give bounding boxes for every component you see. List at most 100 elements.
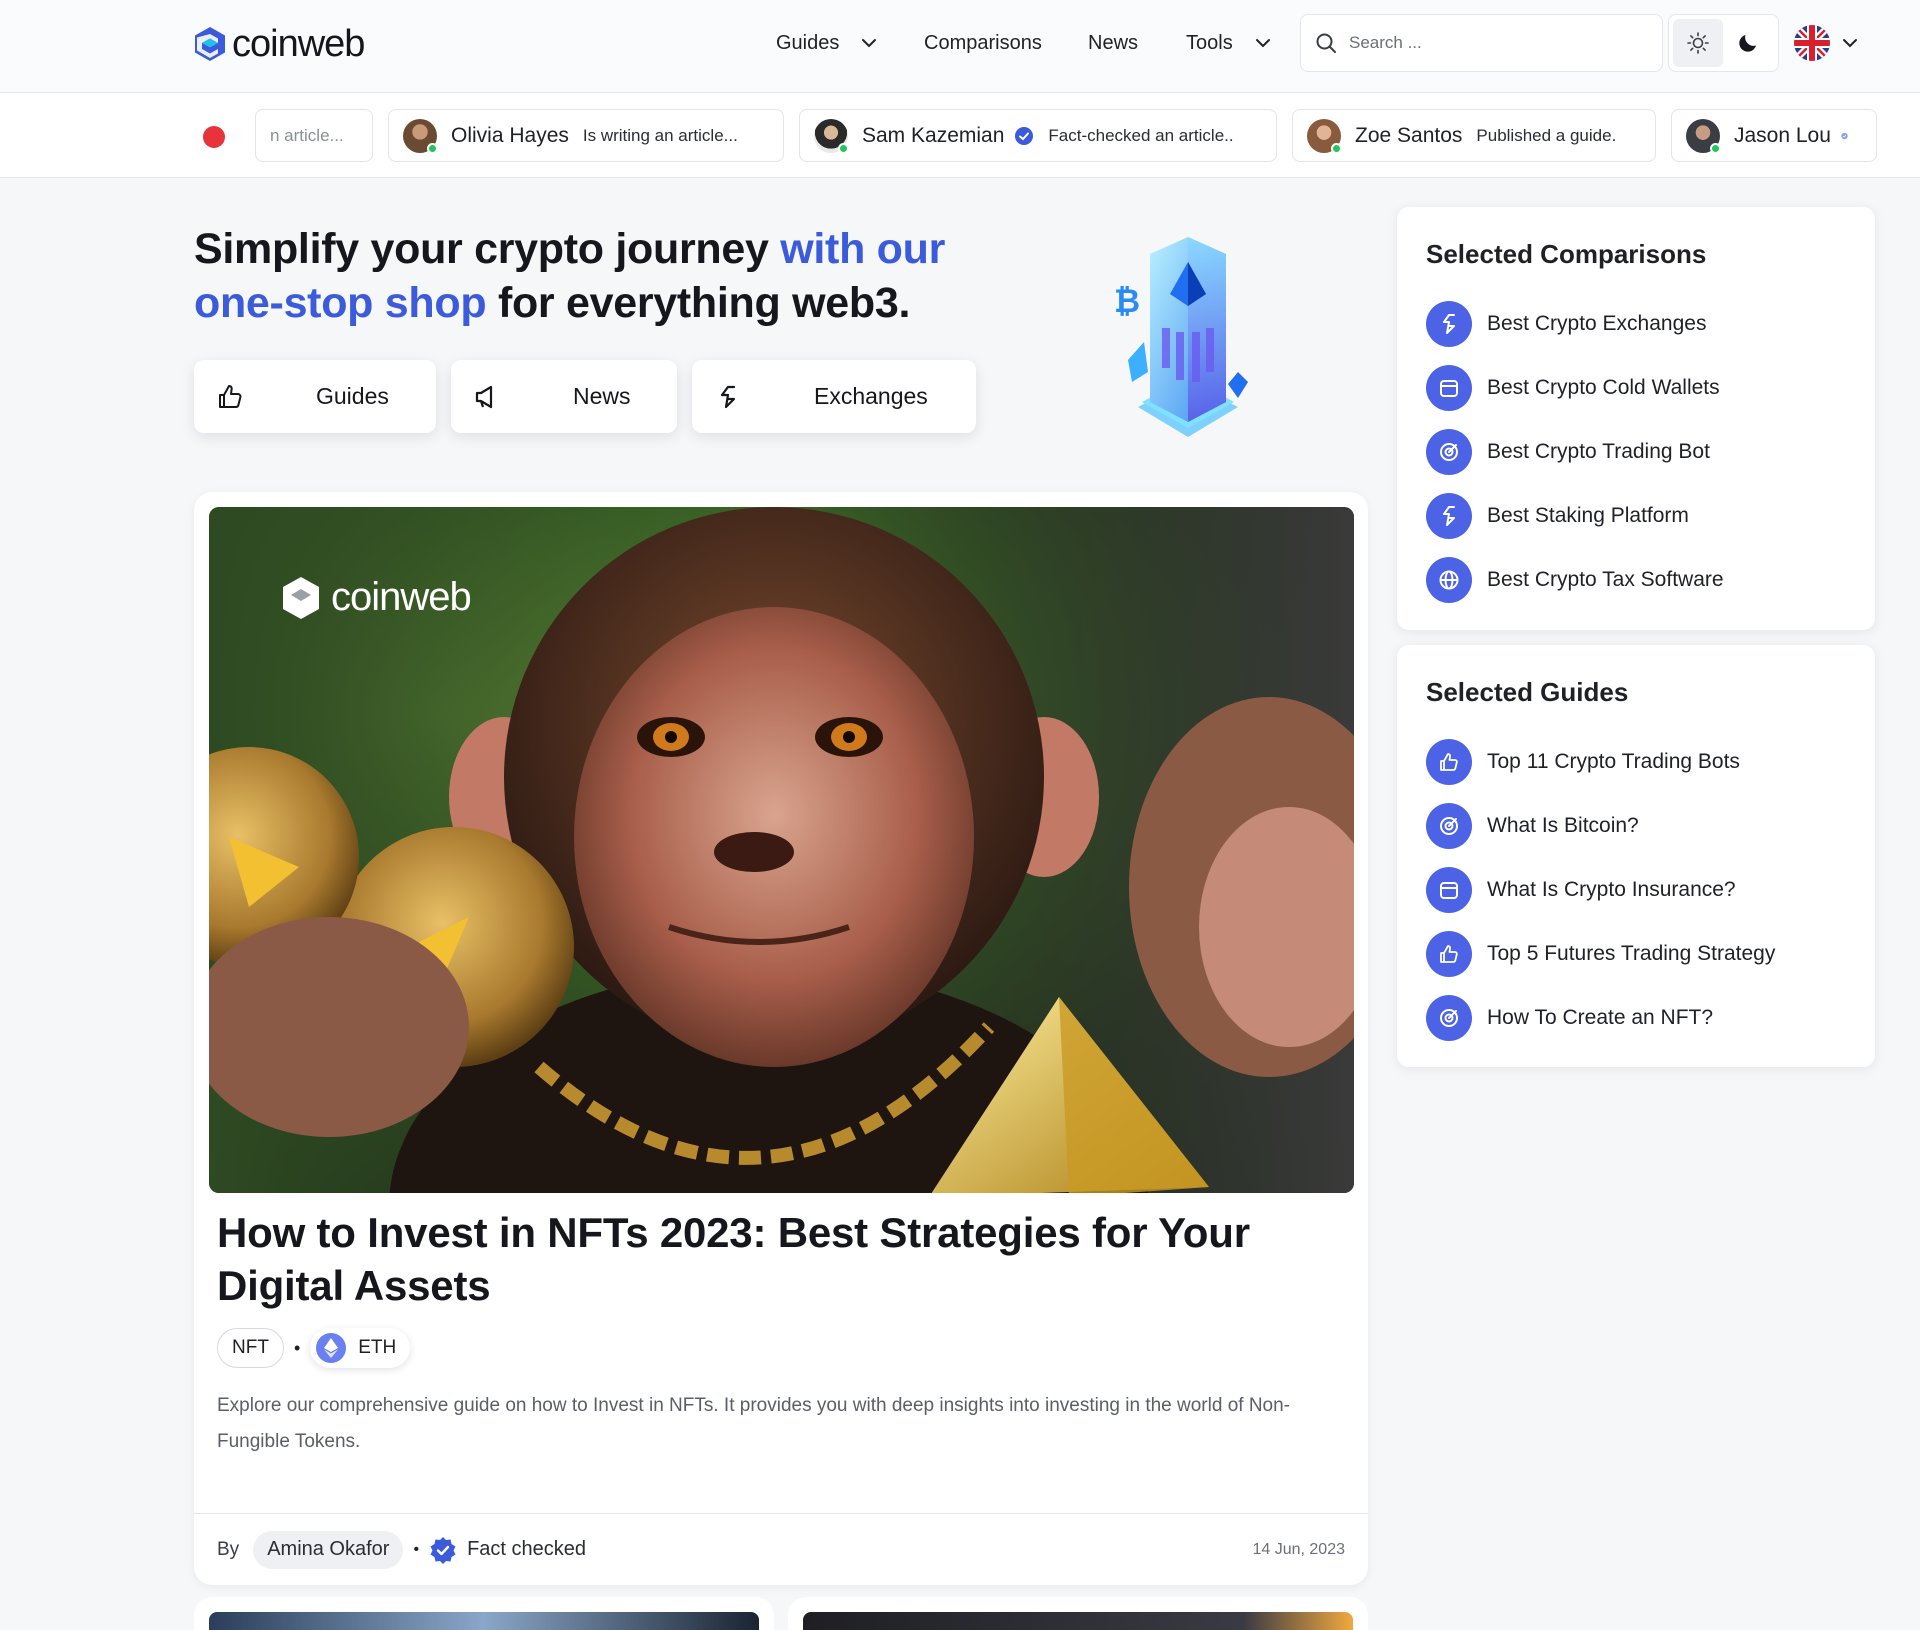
hero-title-part2: for everything web3. (486, 279, 911, 327)
panel-title: Selected Guides (1426, 677, 1629, 707)
nav-guides-label: Guides (776, 31, 840, 54)
svg-text:₿: ₿ (1114, 283, 1140, 319)
author-chip[interactable]: Amina Okafor (253, 1530, 404, 1569)
activity-author: Olivia Hayes (451, 123, 569, 147)
guide-item[interactable]: What Is Crypto Insurance? (1426, 858, 1775, 922)
comparison-item[interactable]: Best Crypto Tax Software (1426, 548, 1724, 612)
site-logo[interactable]: coinweb (194, 23, 365, 65)
exchange-icon (1426, 301, 1472, 347)
tag-eth[interactable]: ETH (310, 1328, 411, 1368)
by-label: By (217, 1538, 240, 1560)
exchanges-button[interactable]: Exchanges (692, 360, 976, 433)
nav-guides[interactable]: Guides (776, 28, 877, 58)
exchanges-button-label: Exchanges (814, 383, 928, 409)
dark-mode-button[interactable] (1723, 19, 1773, 67)
verified-badge-icon (1015, 126, 1034, 145)
nav-tools[interactable]: Tools (1186, 28, 1271, 58)
crypto-building-illustration: ₿ (1114, 237, 1248, 437)
light-mode-button[interactable] (1673, 19, 1723, 67)
megaphone-icon (475, 385, 493, 408)
tag-nft[interactable]: NFT (217, 1328, 284, 1368)
comparison-item-label: Best Staking Platform (1487, 504, 1689, 527)
search-box[interactable] (1300, 14, 1663, 72)
online-indicator (1331, 142, 1342, 154)
selected-guides-panel: Selected Guides Top 11 Crypto Trading Bo… (1397, 645, 1875, 1067)
activity-author: Sam Kazemian (862, 123, 1005, 147)
news-button-label: News (573, 383, 631, 409)
comparison-item-label: Best Crypto Tax Software (1487, 568, 1724, 591)
activity-status: Fact-checked an article.. (1048, 125, 1234, 145)
coinweb-logo-icon (195, 27, 225, 61)
comparison-item[interactable]: Best Crypto Exchanges (1426, 292, 1724, 356)
moon-icon (1739, 35, 1756, 52)
activity-author: Jason Lou (1734, 123, 1831, 147)
avatar (403, 118, 438, 154)
article-card-preview[interactable] (194, 1597, 774, 1630)
fact-checked-label: Fact checked (467, 1538, 587, 1560)
nav-comparisons[interactable]: Comparisons (924, 28, 1042, 58)
target-icon (1426, 803, 1472, 849)
guide-item[interactable]: How To Create an NFT? (1426, 986, 1775, 1050)
comparison-item[interactable]: Best Staking Platform (1426, 484, 1724, 548)
guides-list: Top 11 Crypto Trading Bots What Is Bitco… (1426, 730, 1775, 1050)
news-button[interactable]: News (451, 360, 677, 433)
sun-icon (1687, 32, 1709, 54)
chevron-down-icon (862, 39, 877, 48)
comparison-item[interactable]: Best Crypto Trading Bot (1426, 420, 1724, 484)
article-thumbnail (209, 1612, 759, 1630)
language-selector[interactable] (1794, 24, 1858, 62)
nav-news[interactable]: News (1088, 28, 1138, 58)
avatar (1686, 118, 1721, 154)
comparisons-list: Best Crypto Exchanges Best Crypto Cold W… (1426, 292, 1724, 612)
article-image[interactable]: coinweb (209, 507, 1354, 1193)
online-indicator (1710, 142, 1721, 154)
guide-item-label: What Is Bitcoin? (1487, 814, 1639, 837)
hero-title-part1: Simplify your crypto journey (194, 225, 781, 273)
uk-flag-icon (1794, 25, 1830, 61)
thumbs-up-icon (219, 384, 242, 408)
article-footer: By Amina Okafor • Fact checked 14 Jun, 2… (194, 1513, 1368, 1585)
chevron-down-icon (1843, 39, 1857, 48)
site-header: coinweb Guides Comparisons News Tools (0, 0, 1920, 93)
activity-item[interactable]: Sam Kazemian Fact-checked an article.. (799, 109, 1277, 162)
hero-title: Simplify your crypto journey with our on… (194, 222, 954, 330)
nav-comparisons-label: Comparisons (924, 31, 1042, 54)
comparison-item[interactable]: Best Crypto Cold Wallets (1426, 356, 1724, 420)
activity-item[interactable]: Olivia Hayes Is writing an article... (388, 109, 784, 162)
search-icon (1316, 33, 1336, 53)
selected-comparisons-panel: Selected Comparisons Best Crypto Exchang… (1397, 207, 1875, 630)
logo-text: coinweb (232, 23, 365, 65)
comparison-item-label: Best Crypto Exchanges (1487, 312, 1707, 335)
search-input[interactable] (1349, 33, 1629, 53)
activity-item[interactable]: n article... (255, 109, 373, 162)
guide-item[interactable]: Top 11 Crypto Trading Bots (1426, 730, 1775, 794)
thumbs-up-icon (1426, 931, 1472, 977)
avatar (814, 118, 849, 154)
article-tags: NFT • ETH (217, 1328, 411, 1368)
article-description: Explore our comprehensive guide on how t… (217, 1395, 1291, 1452)
verified-badge-icon (1841, 132, 1848, 139)
activity-ticker: n article... Olivia Hayes Is writing an … (0, 93, 1920, 178)
exchange-icon (1426, 493, 1472, 539)
article-card-preview[interactable] (788, 1597, 1368, 1630)
chevron-down-icon (1255, 39, 1270, 48)
online-indicator (838, 142, 849, 154)
article-title[interactable]: How to Invest in NFTs 2023: Best Strateg… (217, 1206, 1337, 1312)
article-thumbnail (803, 1612, 1353, 1630)
guide-item-label: How To Create an NFT? (1487, 1006, 1714, 1029)
activity-status: Is writing an article... (582, 125, 738, 145)
guides-button[interactable]: Guides (194, 360, 436, 433)
live-indicator-icon (203, 126, 225, 148)
article-date: 14 Jun, 2023 (1252, 1540, 1345, 1558)
guide-item[interactable]: What Is Bitcoin? (1426, 794, 1775, 858)
activity-status: Published a guide. (1476, 125, 1617, 145)
activity-item[interactable]: Jason Lou (1671, 109, 1877, 162)
nav-news-label: News (1088, 31, 1139, 54)
guides-button-label: Guides (316, 383, 389, 409)
guide-item[interactable]: Top 5 Futures Trading Strategy (1426, 922, 1775, 986)
exchange-icon (720, 385, 736, 408)
featured-article-card[interactable]: coinweb How to Invest in NFTs 2023: Best… (194, 492, 1368, 1585)
activity-item[interactable]: Zoe Santos Published a guide. (1292, 109, 1656, 162)
nav-tools-label: Tools (1186, 31, 1233, 54)
tag-eth-label: ETH (358, 1337, 397, 1358)
